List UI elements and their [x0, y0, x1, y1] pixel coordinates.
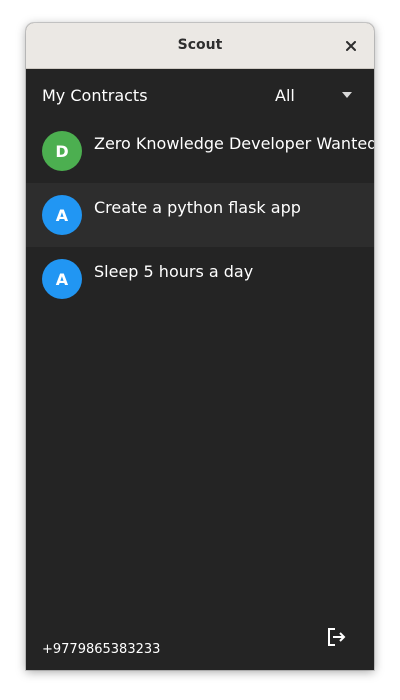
list-item[interactable]: A Create a python flask app	[26, 183, 374, 247]
close-icon	[346, 41, 356, 51]
avatar: A	[42, 195, 82, 235]
logout-button[interactable]	[324, 625, 348, 653]
filter-selected-value: All	[275, 86, 295, 105]
list-item[interactable]: A Sleep 5 hours a day	[26, 247, 374, 311]
app-window: Scout My Contracts All D Zero Knowledge …	[26, 23, 374, 670]
window-title: Scout	[177, 37, 223, 53]
contract-title: Zero Knowledge Developer Wanted	[94, 134, 374, 153]
contracts-header: My Contracts All	[26, 69, 374, 121]
title-bar: Scout	[26, 23, 374, 69]
contract-list: D Zero Knowledge Developer Wanted A Crea…	[26, 119, 374, 311]
avatar: D	[42, 131, 82, 171]
contract-title: Create a python flask app	[94, 198, 301, 217]
filter-dropdown[interactable]: All	[268, 81, 364, 111]
list-item[interactable]: D Zero Knowledge Developer Wanted	[26, 119, 374, 183]
page-title: My Contracts	[42, 86, 148, 105]
contract-title: Sleep 5 hours a day	[94, 262, 254, 281]
close-button[interactable]	[340, 35, 362, 57]
chevron-down-icon	[342, 92, 352, 98]
logout-icon	[328, 628, 346, 646]
phone-number: +9779865383233	[42, 642, 161, 657]
avatar: A	[42, 259, 82, 299]
